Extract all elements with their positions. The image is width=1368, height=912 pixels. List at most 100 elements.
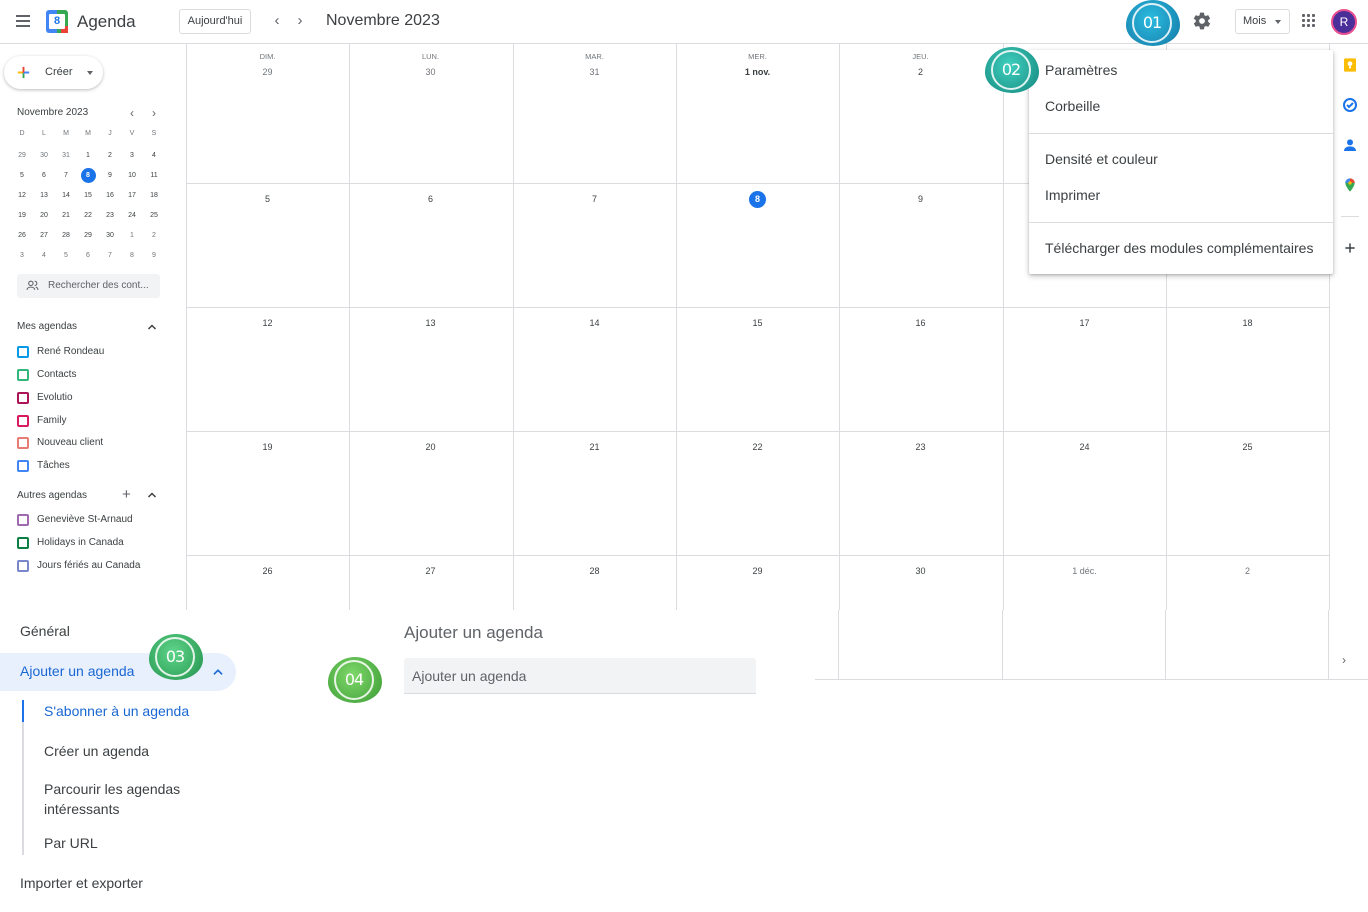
- calendar-day-cell[interactable]: 20: [349, 439, 512, 456]
- google-apps-icon[interactable]: [1302, 14, 1316, 28]
- calendar-day-cell[interactable]: 15: [676, 315, 839, 332]
- maps-icon[interactable]: [1342, 177, 1358, 193]
- collapse-chevron-up-icon[interactable]: [146, 321, 158, 333]
- contacts-icon[interactable]: [1342, 137, 1358, 153]
- calendar-checkbox[interactable]: [17, 537, 29, 549]
- calendar-day-cell[interactable]: 25: [1166, 439, 1329, 456]
- view-selector-button[interactable]: Mois: [1235, 9, 1290, 34]
- calendar-checkbox[interactable]: [17, 392, 29, 404]
- mini-calendar-day[interactable]: 9: [143, 248, 165, 268]
- mini-calendar-day[interactable]: 13: [33, 188, 55, 208]
- mini-calendar-day[interactable]: 5: [55, 248, 77, 268]
- calendar-day-cell[interactable]: 12: [186, 315, 349, 332]
- calendar-day-cell[interactable]: 30: [349, 64, 512, 81]
- calendar-day-cell[interactable]: 29: [676, 563, 839, 580]
- menu-item-telecharger-modules[interactable]: Télécharger des modules complémentaires: [1045, 240, 1313, 256]
- mini-calendar-day[interactable]: 1: [77, 148, 99, 168]
- today-button[interactable]: Aujourd'hui: [179, 9, 251, 34]
- mini-calendar-day[interactable]: 28: [55, 228, 77, 248]
- menu-item-imprimer[interactable]: Imprimer: [1045, 187, 1100, 203]
- menu-item-corbeille[interactable]: Corbeille: [1045, 98, 1100, 114]
- mini-calendar-day[interactable]: 8: [121, 248, 143, 268]
- mini-calendar-day[interactable]: 3: [121, 148, 143, 168]
- mini-calendar-day[interactable]: 6: [77, 248, 99, 268]
- mini-calendar-day[interactable]: 5: [11, 168, 33, 188]
- mini-calendar-day[interactable]: 6: [33, 168, 55, 188]
- expand-side-panel-icon[interactable]: ›: [1342, 653, 1346, 667]
- mini-calendar-day[interactable]: 26: [11, 228, 33, 248]
- settings-gear-icon[interactable]: [1192, 11, 1212, 31]
- main-menu-icon[interactable]: [12, 10, 34, 32]
- calendar-checkbox[interactable]: [17, 415, 29, 427]
- mini-calendar-day[interactable]: 9: [99, 168, 121, 188]
- mini-calendar-day[interactable]: 4: [143, 148, 165, 168]
- previous-period-icon[interactable]: ‹: [268, 12, 286, 30]
- search-contacts-input[interactable]: Rechercher des cont...: [17, 274, 160, 298]
- calendar-day-cell[interactable]: 14: [513, 315, 676, 332]
- mini-calendar-next-icon[interactable]: ›: [148, 106, 160, 120]
- calendar-day-cell[interactable]: 27: [349, 563, 512, 580]
- calendar-checkbox[interactable]: [17, 437, 29, 449]
- mini-calendar-day[interactable]: 10: [121, 168, 143, 188]
- calendar-day-cell[interactable]: 18: [1166, 315, 1329, 332]
- calendar-day-cell[interactable]: 8: [676, 191, 839, 208]
- mini-calendar-day[interactable]: 27: [33, 228, 55, 248]
- calendar-checkbox[interactable]: [17, 560, 29, 572]
- settings-subnav-by-url[interactable]: Par URL: [44, 835, 98, 851]
- menu-item-densite-couleur[interactable]: Densité et couleur: [1045, 151, 1158, 167]
- next-period-icon[interactable]: ›: [291, 12, 309, 30]
- calendar-day-cell[interactable]: 30: [839, 563, 1002, 580]
- mini-calendar-day[interactable]: 12: [11, 188, 33, 208]
- mini-calendar-day[interactable]: 4: [33, 248, 55, 268]
- mini-calendar-day[interactable]: 17: [121, 188, 143, 208]
- menu-item-parametres[interactable]: Paramètres: [1045, 62, 1117, 78]
- calendar-checkbox[interactable]: [17, 514, 29, 526]
- calendar-day-cell[interactable]: 28: [513, 563, 676, 580]
- mini-calendar-day[interactable]: 15: [77, 188, 99, 208]
- mini-calendar-day[interactable]: 23: [99, 208, 121, 228]
- settings-subnav-create[interactable]: Créer un agenda: [44, 743, 149, 759]
- mini-calendar-prev-icon[interactable]: ‹: [126, 106, 138, 120]
- calendar-day-cell[interactable]: 2: [839, 64, 1002, 81]
- mini-calendar-day[interactable]: 1: [121, 228, 143, 248]
- calendar-day-cell[interactable]: 17: [1003, 315, 1166, 332]
- mini-calendar-day[interactable]: 11: [143, 168, 165, 188]
- calendar-day-cell[interactable]: 31: [513, 64, 676, 81]
- mini-calendar-day[interactable]: 7: [99, 248, 121, 268]
- mini-calendar-day[interactable]: 14: [55, 188, 77, 208]
- mini-calendar-day[interactable]: 2: [99, 148, 121, 168]
- calendar-day-cell[interactable]: 22: [676, 439, 839, 456]
- calendar-day-cell[interactable]: 24: [1003, 439, 1166, 456]
- mini-calendar-day[interactable]: 7: [55, 168, 77, 188]
- settings-subnav-browse[interactable]: Parcourir les agendas intéressants: [44, 779, 204, 819]
- mini-calendar-day[interactable]: 30: [99, 228, 121, 248]
- mini-calendar-day[interactable]: 2: [143, 228, 165, 248]
- calendar-day-cell[interactable]: 21: [513, 439, 676, 456]
- create-button[interactable]: Créer: [4, 56, 103, 89]
- calendar-day-cell[interactable]: 1 nov.: [676, 64, 839, 81]
- add-other-calendar-plus-icon[interactable]: +: [122, 487, 131, 502]
- mini-calendar-day[interactable]: 21: [55, 208, 77, 228]
- mini-calendar-day[interactable]: 29: [11, 148, 33, 168]
- account-avatar[interactable]: R: [1331, 9, 1357, 35]
- mini-calendar-day[interactable]: 31: [55, 148, 77, 168]
- mini-calendar-day[interactable]: 18: [143, 188, 165, 208]
- calendar-checkbox[interactable]: [17, 346, 29, 358]
- calendar-day-cell[interactable]: 13: [349, 315, 512, 332]
- calendar-day-cell[interactable]: 2: [1166, 563, 1329, 580]
- calendar-day-cell[interactable]: 1 déc.: [1003, 563, 1166, 580]
- calendar-day-cell[interactable]: 23: [839, 439, 1002, 456]
- add-calendar-input[interactable]: [404, 658, 756, 694]
- calendar-checkbox[interactable]: [17, 460, 29, 472]
- calendar-day-cell[interactable]: 6: [349, 191, 512, 208]
- settings-subnav-subscribe[interactable]: S'abonner à un agenda: [44, 703, 189, 719]
- mini-calendar-day[interactable]: 16: [99, 188, 121, 208]
- settings-nav-import-export[interactable]: Importer et exporter: [20, 875, 143, 891]
- mini-calendar-day[interactable]: 3: [11, 248, 33, 268]
- calendar-day-cell[interactable]: 5: [186, 191, 349, 208]
- add-addon-plus-icon[interactable]: [1342, 240, 1358, 256]
- calendar-day-cell[interactable]: 26: [186, 563, 349, 580]
- mini-calendar-day[interactable]: 29: [77, 228, 99, 248]
- tasks-icon[interactable]: [1342, 97, 1358, 113]
- calendar-day-cell[interactable]: 19: [186, 439, 349, 456]
